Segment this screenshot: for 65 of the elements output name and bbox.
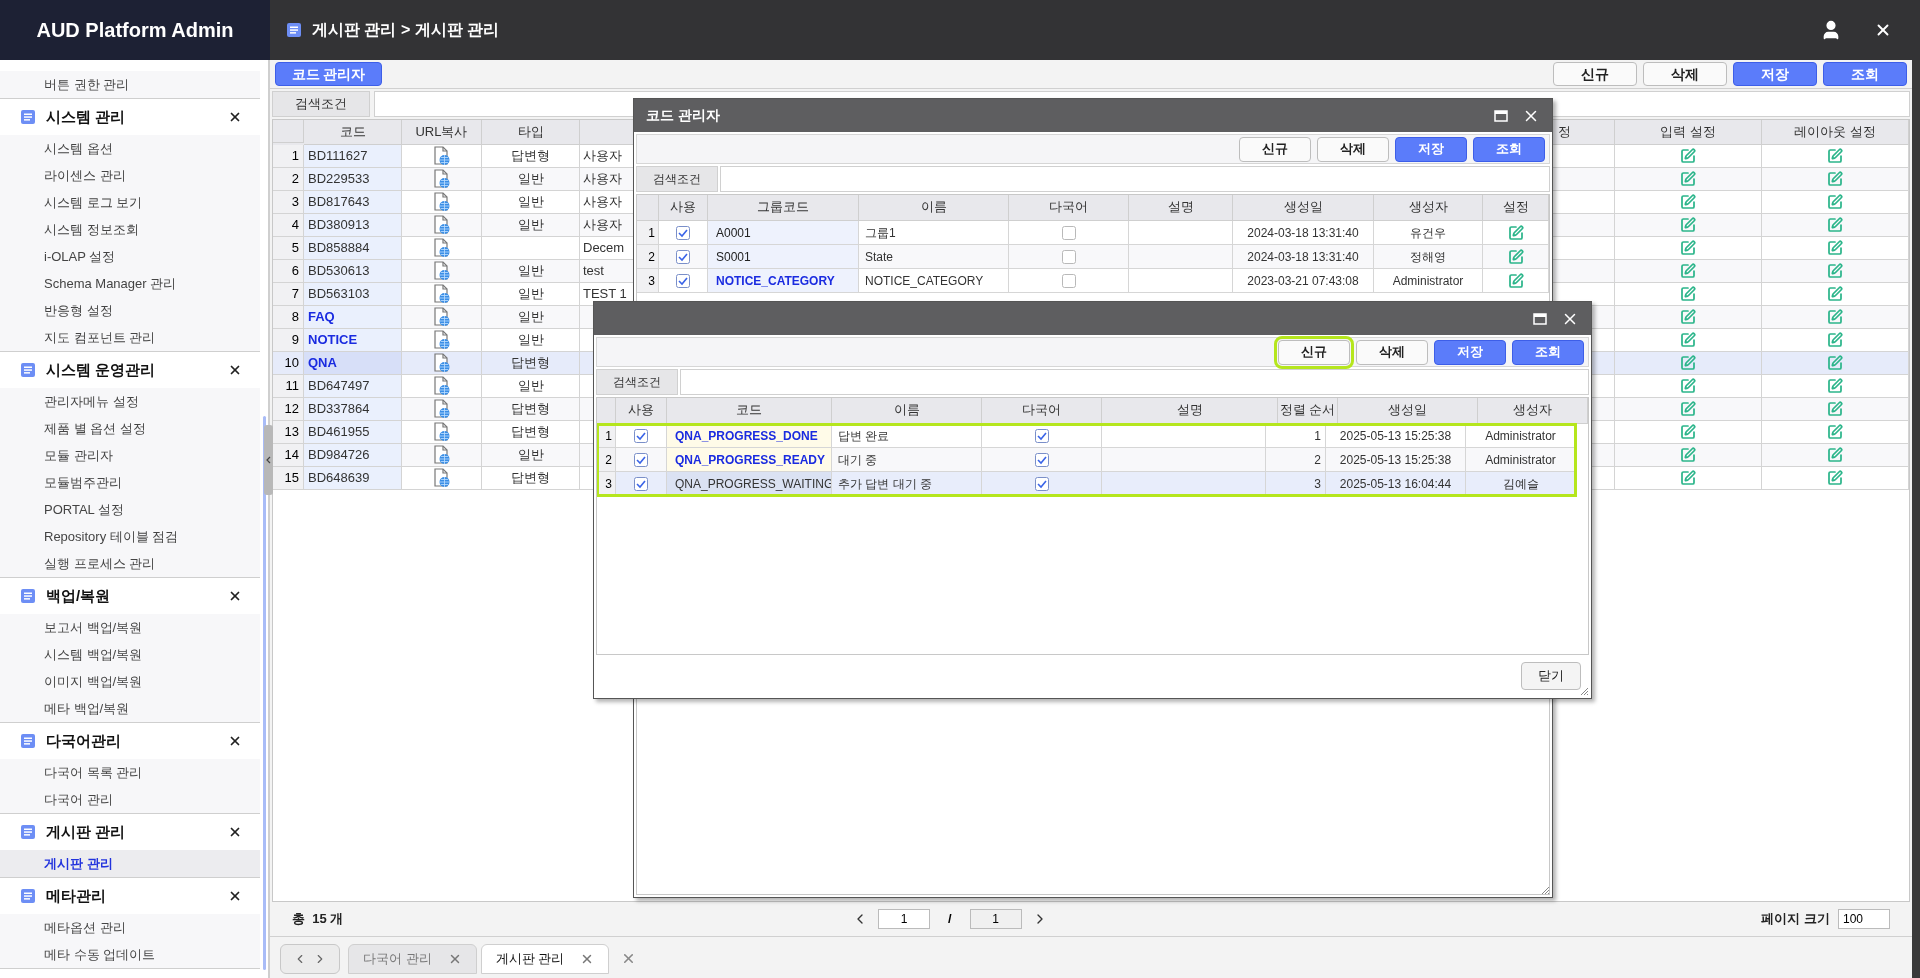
group-title: 시스템 관리 [46,106,126,127]
code-cell: BD647497 [304,375,402,398]
search-label: 검색조건 [636,166,718,192]
code-cell: QNA_PROGRESS_DONE [667,424,832,448]
code-cell: BD461955 [304,421,402,444]
page-size-label: 페이지 크기 [1761,910,1830,929]
row-number: 3 [597,472,616,496]
table-cell: 김예슬 [1466,472,1576,496]
row-number: 2 [637,245,659,269]
code-cell: BD380913 [304,214,402,237]
row-number: 1 [597,424,616,448]
group-title: 메타관리 [46,885,106,906]
row-number: 11 [273,375,304,398]
group-title: 다국어관리 [46,730,121,751]
table-cell: 추가 답변 대기 중 [832,472,982,496]
row-number: 15 [273,467,304,490]
code-cell: QNA [304,352,402,375]
row-number: 3 [273,191,304,214]
row-number: 6 [273,260,304,283]
code-cell: S0001 [708,245,859,269]
code-cell: NOTICE [304,329,402,352]
table-cell: 답변형 [482,467,580,490]
code-cell: BD229533 [304,168,402,191]
code-cell: NOTICE_CATEGORY [708,269,859,293]
table-cell: 2025-05-13 16:04:44 [1326,472,1466,496]
breadcrumb: 게시판 관리 > 게시판 관리 [312,20,500,40]
row-number: 13 [273,421,304,444]
group-title: 게시판 관리 [46,821,126,842]
tab-label: 다국어 관리 [363,950,432,969]
row-number: 1 [637,221,659,245]
code-cell: BD858884 [304,237,402,260]
code-cell: BD984726 [304,444,402,467]
code-cell: BD817643 [304,191,402,214]
row-number: 1 [273,145,304,168]
group-title: 시스템 운영관리 [46,359,156,380]
row-number: 5 [273,237,304,260]
search-label: 검색조건 [272,91,370,117]
tab-label: 게시판 관리 [495,950,565,969]
code-cell: A0001 [708,221,859,245]
table-cell: 3 [1266,472,1326,496]
app-title: AUD Platform Admin [36,18,234,43]
page-separator: / [948,910,952,929]
row-number: 3 [637,269,659,293]
row-number: 8 [273,306,304,329]
row-number: 12 [273,398,304,421]
group-title: 백업/복원 [46,585,111,606]
table-cell: 2023-03-21 07:43:08 [1233,269,1374,293]
table-cell: Administrator [1374,269,1483,293]
row-number: 4 [273,214,304,237]
code-cell: QNA_PROGRESS_READY [667,448,832,472]
table-cell: NOTICE_CATEGORY [859,269,1009,293]
row-number: 2 [597,448,616,472]
code-cell: BD563103 [304,283,402,306]
total-count: 총 15 개 [292,910,345,929]
search-label: 검색조건 [596,369,678,395]
code-cell: BD648639 [304,467,402,490]
row-number: 7 [273,283,304,306]
dialog-title: 코드 관리자 [646,106,720,125]
code-cell: FAQ [304,306,402,329]
code-cell: BD337864 [304,398,402,421]
code-cell: BD530613 [304,260,402,283]
row-number: 2 [273,168,304,191]
code-cell: BD111627 [304,145,402,168]
row-number: 14 [273,444,304,467]
row-number: 9 [273,329,304,352]
